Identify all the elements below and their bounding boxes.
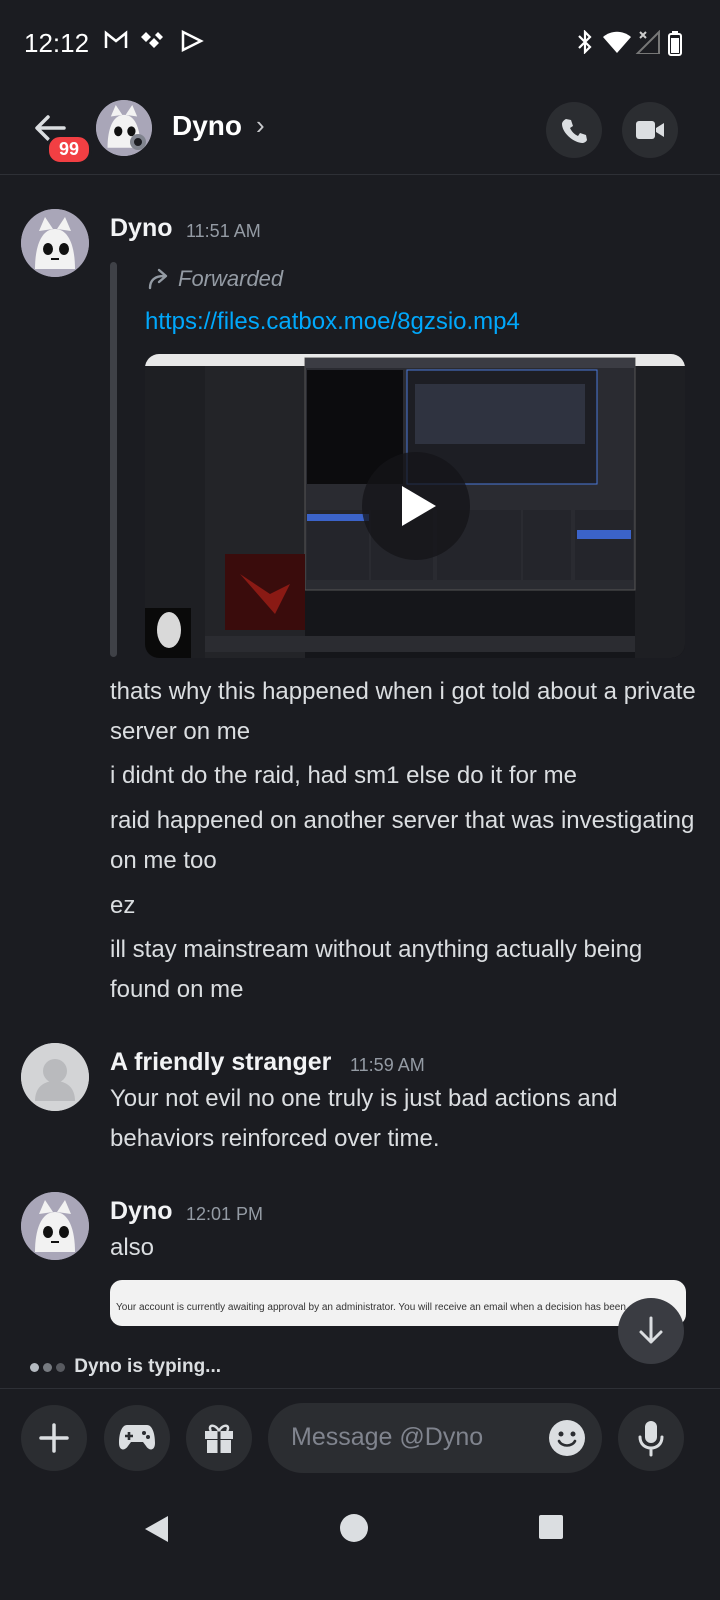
message-author[interactable]: Dyno bbox=[110, 1197, 173, 1226]
avatar[interactable] bbox=[21, 1192, 89, 1260]
image-attachment[interactable]: Your account is currently awaiting appro… bbox=[110, 1280, 686, 1326]
typing-text: Dyno is typing... bbox=[74, 1356, 222, 1377]
message-text: i didnt do the raid, had sm1 else do it … bbox=[110, 762, 577, 789]
message-input-bar: Message @Dyno bbox=[0, 1388, 720, 1489]
unread-badge: 99 bbox=[46, 134, 93, 165]
message-timestamp: 11:59 AM bbox=[350, 1055, 425, 1075]
status-time: 12:12 bbox=[24, 28, 90, 58]
nav-back-icon[interactable] bbox=[142, 1514, 170, 1549]
plus-icon bbox=[39, 1423, 69, 1453]
message-text: ill stay mainstream without anything act… bbox=[110, 936, 643, 1003]
gamepad-icon bbox=[119, 1425, 155, 1450]
jump-to-present-button[interactable] bbox=[618, 1298, 684, 1364]
video-camera-icon bbox=[636, 121, 664, 139]
message-link[interactable]: https://files.catbox.moe/8gzsio.mp4 bbox=[145, 308, 520, 336]
gmail-icon bbox=[104, 30, 128, 56]
conversation-header: 99 Dyno › bbox=[0, 90, 720, 175]
status-indicator bbox=[130, 134, 146, 150]
gift-icon bbox=[205, 1424, 233, 1453]
add-attachment-button[interactable] bbox=[21, 1405, 87, 1471]
wifi-icon bbox=[602, 30, 632, 60]
signal-icon bbox=[634, 29, 660, 60]
nav-home-icon[interactable] bbox=[339, 1513, 369, 1548]
message-timestamp: 12:01 PM bbox=[186, 1204, 264, 1224]
forward-icon bbox=[146, 266, 172, 297]
status-bar: 12:12 bbox=[0, 0, 720, 90]
play-store-icon bbox=[180, 29, 204, 58]
system-nav-bar bbox=[0, 1488, 720, 1600]
emoji-icon[interactable] bbox=[548, 1419, 586, 1462]
message-text: thats why this happened when i got told … bbox=[110, 678, 696, 745]
attachment-text: Your account is currently awaiting appro… bbox=[116, 1302, 626, 1313]
typing-dot bbox=[30, 1363, 39, 1372]
nav-recents-icon[interactable] bbox=[538, 1514, 564, 1545]
battery-icon bbox=[668, 30, 682, 62]
message-input-placeholder: Message @Dyno bbox=[291, 1423, 484, 1451]
typing-dot bbox=[56, 1363, 65, 1372]
message-author[interactable]: Dyno bbox=[110, 214, 173, 243]
message-text: also bbox=[110, 1234, 155, 1261]
message-text: ez bbox=[110, 892, 136, 919]
typing-dot bbox=[43, 1363, 52, 1372]
message-text: Your not evil no one truly is just bad a… bbox=[110, 1085, 618, 1152]
message-input[interactable]: Message @Dyno bbox=[268, 1403, 602, 1473]
play-button[interactable] bbox=[362, 452, 470, 560]
microphone-icon bbox=[638, 1421, 664, 1457]
app-diamond-icon bbox=[140, 30, 164, 56]
voice-call-button[interactable] bbox=[546, 102, 602, 158]
forwarded-label: Forwarded bbox=[178, 266, 284, 291]
message-timestamp: 11:51 AM bbox=[186, 221, 261, 241]
video-call-button[interactable] bbox=[622, 102, 678, 158]
phone-icon bbox=[562, 119, 587, 143]
conversation-name[interactable]: Dyno bbox=[172, 110, 242, 142]
chevron-right-icon[interactable]: › bbox=[256, 110, 265, 141]
message-text: raid happened on another server that was… bbox=[110, 807, 695, 874]
gift-button[interactable] bbox=[186, 1405, 252, 1471]
avatar[interactable] bbox=[21, 1043, 89, 1111]
voice-message-button[interactable] bbox=[618, 1405, 684, 1471]
activities-button[interactable] bbox=[104, 1405, 170, 1471]
message-author[interactable]: A friendly stranger bbox=[110, 1048, 331, 1077]
forward-bar bbox=[110, 262, 117, 657]
play-icon bbox=[402, 486, 436, 526]
typing-indicator: Dyno is typing... bbox=[30, 1356, 221, 1378]
bluetooth-icon bbox=[576, 29, 594, 60]
avatar[interactable] bbox=[21, 209, 89, 277]
arrow-down-icon bbox=[639, 1316, 663, 1344]
